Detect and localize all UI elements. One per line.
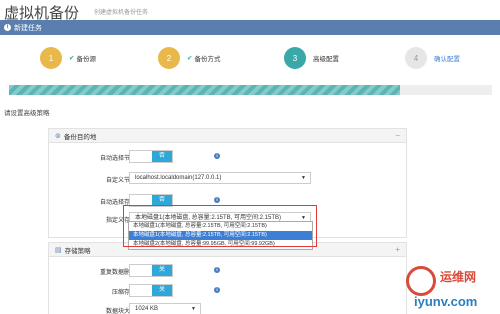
watermark-circle-icon: [406, 266, 436, 296]
dedupe-switch-value: 关: [152, 265, 172, 276]
auto-node-switch-value: 否: [152, 151, 172, 162]
block-size-select[interactable]: 1024 KB ▼: [129, 303, 201, 314]
step-label-3: 高级配置: [313, 56, 339, 63]
step-label-2: 备份方式: [194, 56, 221, 63]
panel-title: 新建任务: [14, 24, 42, 32]
compress-row: 压缩存储 关 i: [49, 283, 408, 299]
custom-node-value: localhost.localdomain(127.0.0.1): [135, 175, 222, 181]
step-1[interactable]: 1 ✔ 备份源: [40, 47, 96, 69]
block-size-value: 1024 KB: [135, 306, 159, 312]
step-number-1: 1: [40, 47, 62, 69]
step-number-2: 2: [158, 47, 180, 69]
backup-target-title: 备份目的地: [63, 133, 97, 141]
custom-node-select[interactable]: localhost.localdomain(127.0.0.1) ▼: [129, 172, 311, 184]
progress-fill: [9, 85, 401, 95]
check-icon: ✔: [69, 55, 75, 62]
step-label-1: 备份源: [76, 56, 96, 63]
storage-policy-title: 存储策略: [64, 247, 91, 255]
step-4[interactable]: 4 确认配置: [405, 47, 460, 69]
step-3[interactable]: 3 高级配置: [284, 47, 339, 69]
watermark-text-en: iyunv.com: [414, 294, 478, 309]
compress-switch[interactable]: 关: [129, 284, 173, 297]
wizard-steps: 1 ✔ 备份源 2 ✔ 备份方式 3 高级配置 4 确认配置: [0, 44, 500, 74]
caret-down-icon: ▼: [301, 175, 306, 181]
info-icon[interactable]: i: [214, 153, 220, 159]
step-2[interactable]: 2 ✔ 备份方式: [158, 47, 220, 69]
auto-node-row: 自动选择节点 否 i: [49, 149, 408, 165]
info-icon: i: [4, 24, 11, 31]
info-icon[interactable]: i: [214, 267, 220, 273]
dedupe-row: 重复数据删除 关 i: [49, 263, 408, 279]
info-icon[interactable]: i: [214, 287, 220, 293]
step-number-3: 3: [284, 47, 306, 69]
panel-header: i 新建任务: [0, 20, 500, 35]
database-icon: ▤: [55, 246, 62, 254]
wizard-progress-bar: [9, 85, 492, 95]
info-icon[interactable]: i: [214, 197, 220, 203]
caret-down-icon: ▼: [191, 306, 196, 312]
compress-switch-value: 关: [152, 285, 172, 296]
dedupe-switch[interactable]: 关: [129, 264, 173, 277]
check-icon: ✔: [187, 55, 193, 62]
backup-target-header[interactable]: ⊚ 备份目的地 −: [49, 129, 406, 143]
storage-policy-card: ▤ 存储策略 + 重复数据删除 关 i 压缩存储 关 i 数据块大小 1024 …: [48, 242, 407, 314]
step-number-4: 4: [405, 47, 427, 69]
block-size-row: 数据块大小 1024 KB ▼: [49, 302, 408, 314]
collapse-icon[interactable]: −: [395, 131, 400, 140]
section-heading: 请设置高级策略: [4, 110, 50, 117]
watermark-text-cn: 运维网: [440, 270, 477, 284]
location-icon: ⊚: [55, 132, 61, 140]
auto-node-switch[interactable]: 否: [129, 150, 173, 163]
custom-node-row: 自定义节点 localhost.localdomain(127.0.0.1) ▼: [49, 171, 408, 187]
expand-icon[interactable]: +: [395, 245, 400, 254]
highlight-annotation: [123, 205, 317, 247]
watermark-logo: 运维网 iyunv.com: [404, 266, 498, 312]
page-subtitle: 创建虚拟机备份任务: [94, 10, 149, 16]
step-label-4: 确认配置: [434, 56, 460, 63]
